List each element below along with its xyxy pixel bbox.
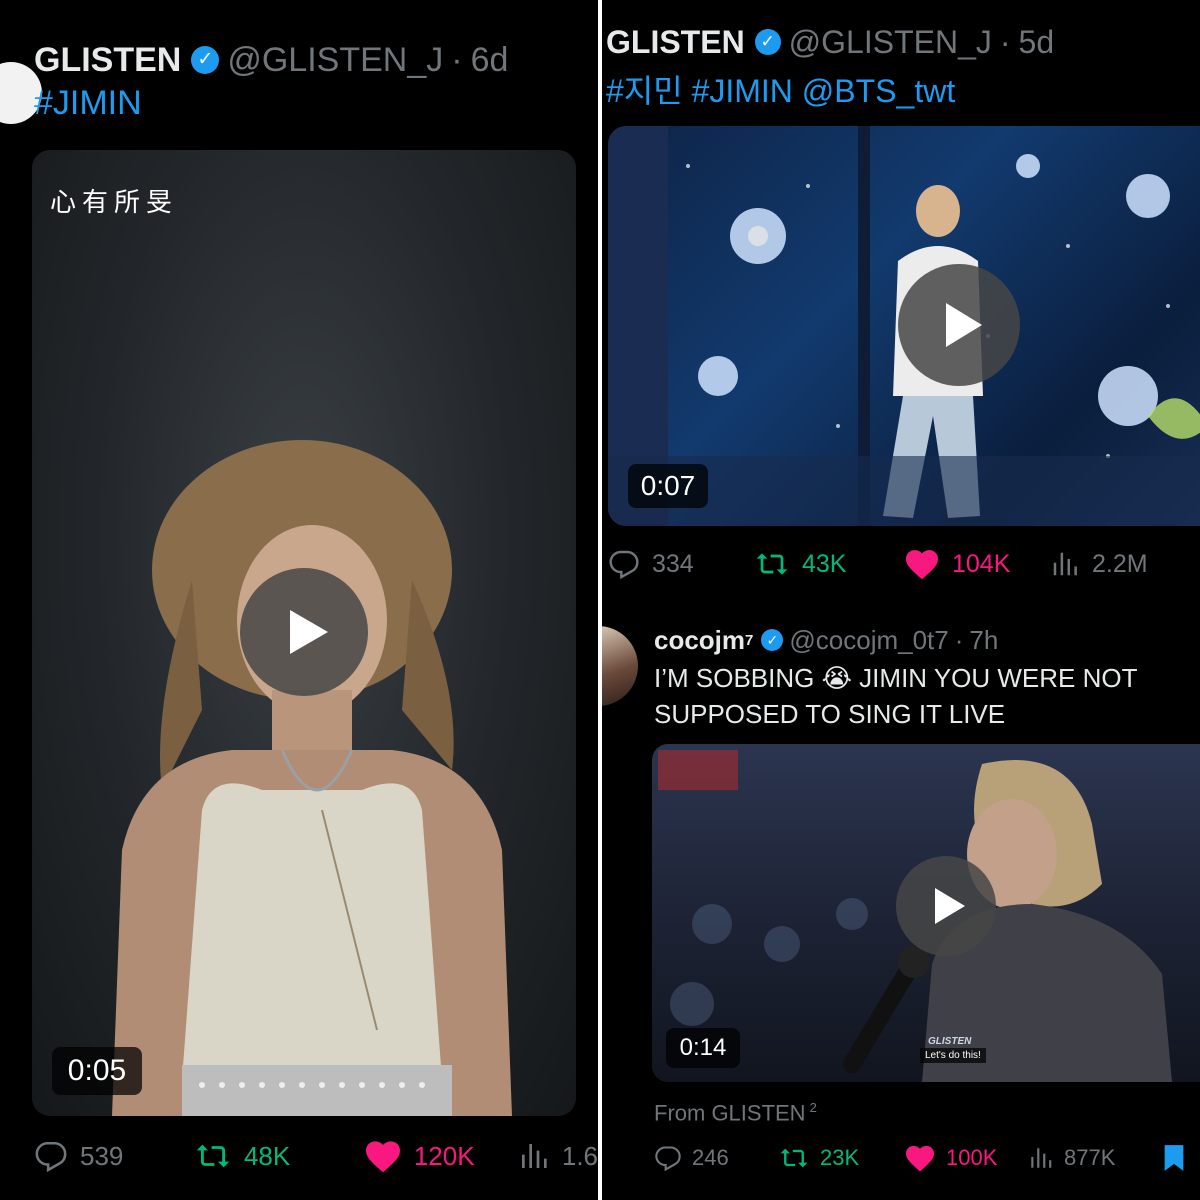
heart-icon	[906, 1145, 934, 1172]
reply-count: 539	[80, 1140, 124, 1171]
reply-count: 334	[652, 549, 694, 578]
author-handle[interactable]: @GLISTEN_J	[789, 24, 992, 61]
quoted-tweet-actions: 246 23K 100K 877K	[654, 1140, 1200, 1176]
author-name[interactable]: GLISTEN	[34, 41, 181, 80]
quoted-tweet-text-line1: I’M SOBBING 😭 JIMIN YOU WERE NOT	[654, 663, 1138, 693]
like-count: 100K	[946, 1145, 998, 1170]
play-button[interactable]	[896, 856, 996, 956]
views-button[interactable]: 877K	[1028, 1145, 1162, 1171]
author-name[interactable]: cocojm	[654, 625, 745, 656]
quoted-tweet-text: I’M SOBBING 😭 JIMIN YOU WERE NOT SUPPOSE…	[654, 660, 1194, 732]
play-icon	[290, 610, 328, 654]
views-count: 2.2M	[1092, 549, 1148, 578]
views-button[interactable]: 1.6	[518, 1140, 598, 1172]
retweet-count: 23K	[820, 1145, 860, 1170]
reply-button[interactable]: 539	[34, 1139, 194, 1173]
reply-icon	[609, 550, 639, 580]
video-player[interactable]: GLISTEN Let's do this! 0:14	[652, 744, 1200, 1082]
tweet-actions: 539 48K 120K 1.6	[34, 1134, 598, 1178]
views-icon	[1031, 1148, 1052, 1168]
tweet-hashtags[interactable]: #JIMIN	[34, 84, 142, 123]
separator-dot: ·	[999, 23, 1011, 60]
reply-icon	[655, 1146, 681, 1172]
video-player[interactable]: 心有所旻 0:05	[32, 150, 576, 1116]
like-count: 104K	[952, 549, 1011, 578]
tweet-header: GLISTEN ✓ @GLISTEN_J · 6d	[34, 36, 508, 84]
video-duration: 0:05	[52, 1047, 142, 1095]
like-button[interactable]: 104K	[904, 548, 1050, 580]
separator-dot: ·	[954, 624, 964, 655]
like-button[interactable]: 100K	[904, 1144, 1028, 1172]
bookmark-icon	[1164, 1145, 1184, 1171]
bookmark-button[interactable]	[1162, 1144, 1186, 1172]
author-name-superscript: 7	[745, 631, 754, 649]
tweet-actions: 334 43K 104K 2.2M	[608, 544, 1198, 584]
tweet-time[interactable]: 6d	[471, 41, 509, 80]
tweet-hashtags[interactable]: #지민 #JIMIN @BTS_twt	[606, 66, 955, 112]
from-attribution[interactable]: From GLISTEN 2	[654, 1100, 817, 1126]
play-button[interactable]	[240, 568, 368, 696]
separator-dot: ·	[451, 40, 463, 79]
play-button[interactable]	[898, 264, 1020, 386]
play-icon	[935, 888, 965, 924]
views-count: 1.6	[561, 1140, 598, 1171]
author-handle[interactable]: @cocojm_0t7	[789, 625, 948, 656]
video-duration: 0:07	[628, 464, 708, 508]
quoted-tweet-text-line2: SUPPOSED TO SING IT LIVE	[654, 699, 1006, 729]
views-icon	[1053, 552, 1077, 576]
from-label: From GLISTEN	[654, 1100, 806, 1126]
verified-badge-icon: ✓	[761, 629, 784, 651]
reply-icon	[35, 1141, 67, 1173]
tweet-header: GLISTEN ✓ @GLISTEN_J · 5d	[606, 20, 1054, 64]
retweet-button[interactable]: 23K	[778, 1144, 904, 1172]
from-superscript: 2	[809, 1100, 817, 1115]
retweet-count: 43K	[802, 549, 847, 578]
video-player[interactable]: 0:07	[608, 126, 1200, 526]
like-count: 120K	[413, 1140, 475, 1171]
reply-count: 246	[692, 1145, 729, 1170]
views-icon	[521, 1144, 547, 1168]
tweet-time[interactable]: 7h	[969, 625, 998, 656]
retweet-button[interactable]: 48K	[194, 1139, 364, 1173]
like-button[interactable]: 120K	[364, 1139, 518, 1173]
video-watermark: GLISTEN	[928, 1036, 972, 1047]
heart-icon	[365, 1141, 400, 1173]
retweet-icon	[196, 1144, 230, 1168]
reply-button[interactable]: 246	[654, 1144, 778, 1172]
retweet-button[interactable]: 43K	[754, 548, 904, 580]
retweet-icon	[780, 1148, 808, 1168]
retweet-count: 48K	[243, 1140, 291, 1171]
play-icon	[946, 303, 982, 347]
reply-button[interactable]: 334	[608, 548, 754, 580]
views-button[interactable]: 2.2M	[1050, 549, 1148, 579]
quoted-tweet-avatar[interactable]	[602, 626, 638, 706]
tweet-time[interactable]: 5d	[1019, 24, 1055, 61]
heart-icon	[906, 550, 938, 580]
views-count: 877K	[1064, 1145, 1116, 1170]
verified-badge-icon: ✓	[754, 29, 781, 55]
video-subtitle: Let's do this!	[920, 1048, 986, 1063]
quoted-tweet-header: cocojm 7 ✓ @cocojm_0t7 · 7h	[654, 622, 998, 658]
author-name[interactable]: GLISTEN	[606, 24, 745, 61]
verified-badge-icon: ✓	[191, 46, 220, 74]
left-tweet: GLISTEN ✓ @GLISTEN_J · 6d #JIMIN 心有所旻 0:…	[0, 0, 598, 1200]
author-handle[interactable]: @GLISTEN_J	[227, 41, 443, 80]
retweet-icon	[756, 553, 788, 575]
right-tweet: GLISTEN ✓ @GLISTEN_J · 5d #지민 #JIMIN @BT…	[602, 0, 1200, 1200]
video-duration: 0:14	[666, 1028, 740, 1068]
